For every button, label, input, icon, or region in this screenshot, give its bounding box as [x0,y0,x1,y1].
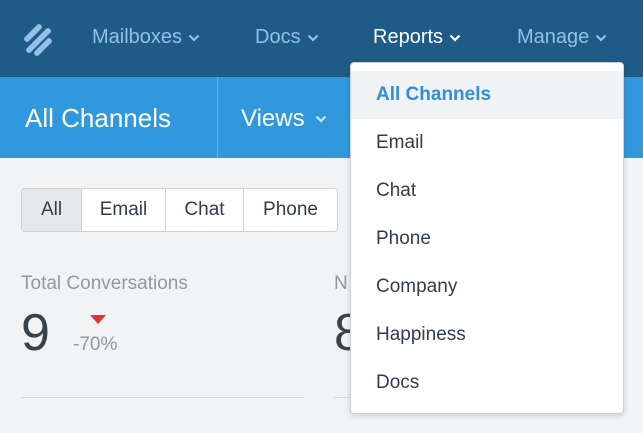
views-dropdown[interactable]: Views [241,105,327,133]
trend-down-icon [90,315,106,324]
total-conversations-value: 9 [21,304,50,362]
total-conversations-delta: -70% [73,334,118,355]
reports-dropdown-menu: All Channels Email Chat Phone Company Ha… [350,62,624,414]
filter-chat-button[interactable]: Chat [165,189,243,231]
menu-item-docs[interactable]: Docs [351,359,623,407]
menu-item-happiness[interactable]: Happiness [351,311,623,359]
views-label: Views [241,105,305,132]
chevron-down-icon [596,34,607,42]
stat-divider [21,397,304,398]
subheader-divider [217,77,218,158]
nav-reports-label: Reports [373,26,444,48]
menu-item-chat[interactable]: Chat [351,167,623,215]
menu-item-company[interactable]: Company [351,263,623,311]
filter-phone-button[interactable]: Phone [243,189,337,231]
nav-manage[interactable]: Manage [517,26,607,49]
chevron-down-icon [307,34,318,42]
total-conversations-label: Total Conversations [21,273,188,294]
nav-reports[interactable]: Reports [373,26,461,49]
menu-item-all-channels[interactable]: All Channels [351,71,623,119]
filter-email-button[interactable]: Email [81,189,165,231]
chevron-down-icon [449,34,461,42]
helpscout-logo-icon[interactable] [22,20,54,56]
nav-docs[interactable]: Docs [255,26,319,49]
nav-mailboxes-label: Mailboxes [92,26,183,48]
menu-item-phone[interactable]: Phone [351,215,623,263]
channel-filter: All Email Chat Phone [21,188,338,232]
page-title: All Channels [25,103,171,133]
chevron-down-icon [188,34,200,42]
nav-manage-label: Manage [517,26,590,48]
chevron-down-icon [315,115,326,123]
nav-docs-label: Docs [255,26,301,48]
menu-item-email[interactable]: Email [351,119,623,167]
filter-all-button[interactable]: All [22,189,81,231]
second-stat-label: N [334,273,348,294]
nav-mailboxes[interactable]: Mailboxes [92,26,200,49]
